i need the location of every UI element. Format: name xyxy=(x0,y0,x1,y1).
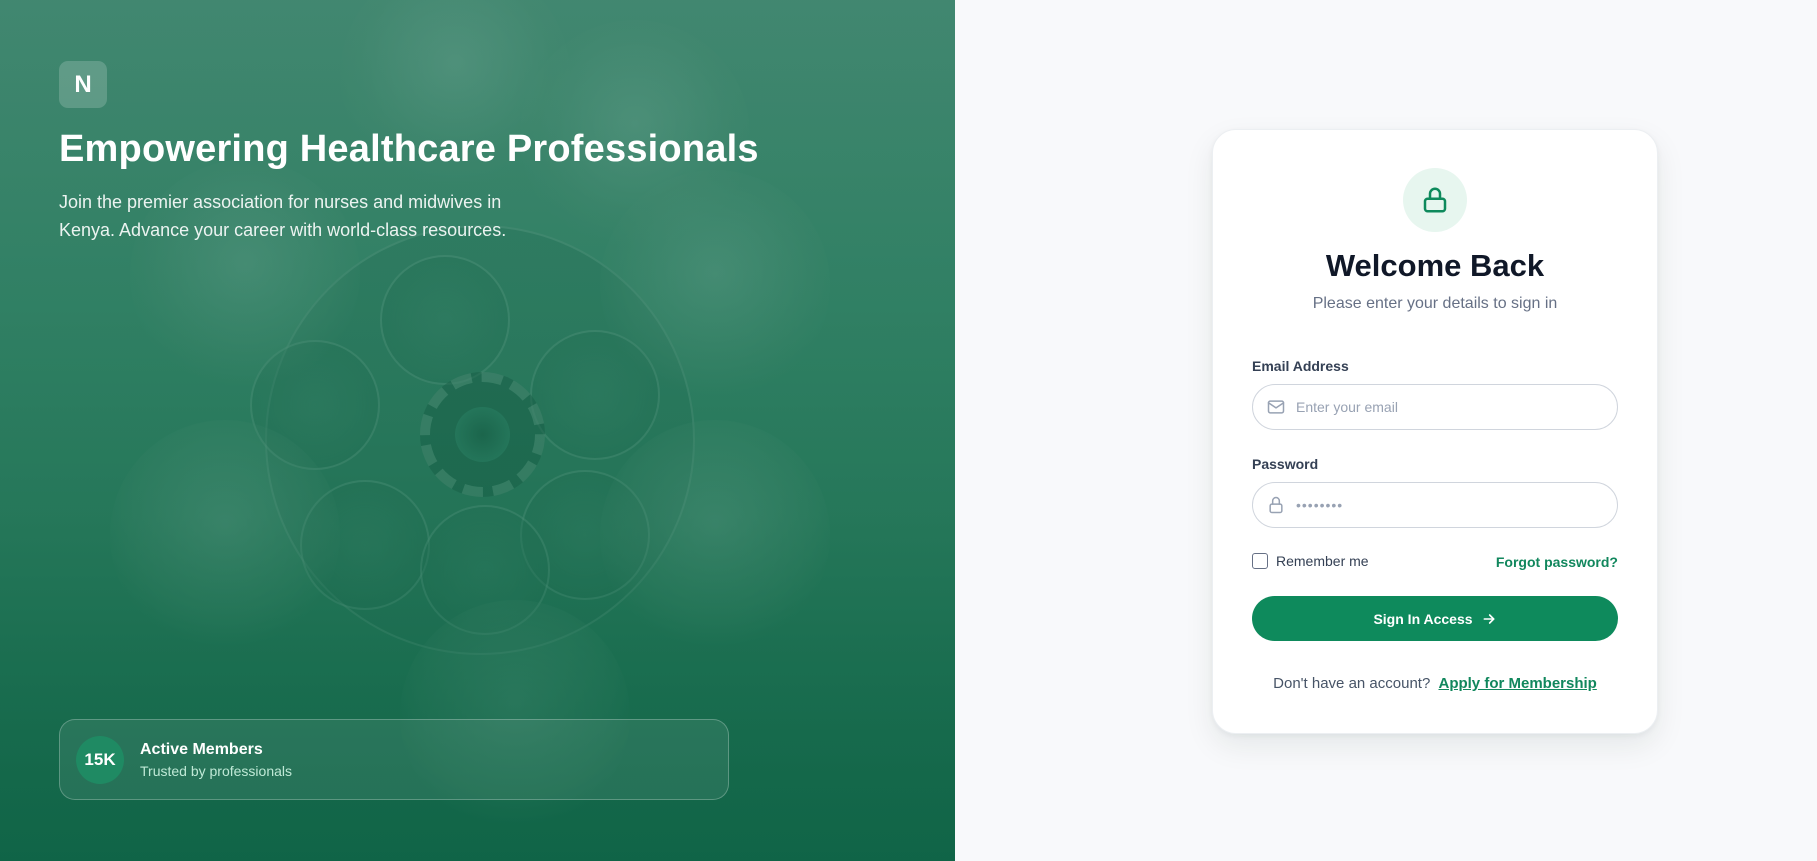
stats-description: Trusted by professionals xyxy=(140,762,292,779)
password-placeholder: •••••••• xyxy=(1296,497,1344,513)
remember-label: Remember me xyxy=(1276,553,1369,569)
arrow-right-icon xyxy=(1481,611,1497,627)
apply-membership-link[interactable]: Apply for Membership xyxy=(1438,675,1596,692)
stats-value: 15K xyxy=(76,735,124,784)
password-label: Password xyxy=(1252,456,1319,472)
stats-title: Active Members xyxy=(140,740,263,758)
no-account-text: Don't have an account? xyxy=(1273,675,1431,692)
email-field[interactable]: Enter your email xyxy=(1252,384,1618,430)
login-card: Welcome Back Please enter your details t… xyxy=(1212,129,1658,734)
sign-in-button[interactable]: Sign In Access xyxy=(1252,596,1618,641)
login-subtitle: Please enter your details to sign in xyxy=(1312,295,1558,312)
lock-badge xyxy=(1403,168,1467,232)
hero-title: Empowering Healthcare Professionals xyxy=(59,128,759,170)
email-placeholder: Enter your email xyxy=(1296,399,1398,415)
hero-subtitle: Join the premier association for nurses … xyxy=(59,192,507,240)
lock-icon xyxy=(1265,494,1287,516)
signup-prompt: Don't have an account? Apply for Members… xyxy=(1213,675,1657,692)
stats-text: Active Members Trusted by professionals xyxy=(140,741,292,779)
hero-panel: N Empowering Healthcare Professionals Jo… xyxy=(0,0,955,861)
password-field[interactable]: •••••••• xyxy=(1252,482,1618,528)
remember-checkbox[interactable] xyxy=(1252,553,1268,569)
lock-icon xyxy=(1423,187,1447,213)
login-title: Welcome Back xyxy=(1325,248,1545,283)
brand-logo: N xyxy=(59,61,107,108)
email-label: Email Address xyxy=(1252,358,1349,374)
forgot-password-link[interactable]: Forgot password? xyxy=(1496,554,1618,570)
mail-icon xyxy=(1265,396,1287,418)
sign-in-label: Sign In Access xyxy=(1373,610,1473,627)
stats-card: 15K Active Members Trusted by profession… xyxy=(59,719,729,800)
remember-me[interactable]: Remember me xyxy=(1252,553,1369,569)
